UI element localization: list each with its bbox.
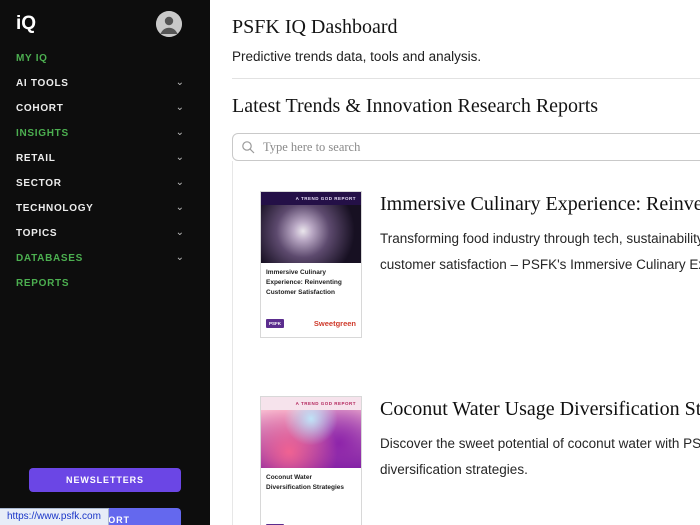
report-title[interactable]: Coconut Water Usage Diversification Stra…	[380, 398, 700, 421]
report-cover-logos: PSFK Sweetgreen	[261, 314, 361, 337]
chevron-down-icon: ⌄	[175, 151, 184, 163]
report-description: Discover the sweet potential of coconut …	[380, 431, 700, 484]
sidebar-item-label: TOPICS	[16, 228, 58, 239]
sidebar-item-retail[interactable]: RETAIL ⌄	[0, 146, 210, 171]
report-description-line: customer satisfaction – PSFK's Immersive…	[380, 257, 700, 273]
chevron-down-icon: ⌄	[175, 126, 184, 138]
sidebar-item-label: MY IQ	[16, 53, 48, 64]
psfk-logo: PSFK	[266, 318, 285, 328]
report-thumbnail[interactable]: A TREND GOD REPORT Immersive Culinary Ex…	[260, 191, 362, 338]
sidebar-item-technology[interactable]: TECHNOLOGY ⌄	[0, 196, 210, 221]
chevron-down-icon: ⌄	[175, 101, 184, 113]
search-input[interactable]	[232, 133, 700, 161]
report-cover-art	[261, 205, 361, 263]
chevron-down-icon: ⌄	[175, 226, 184, 238]
report-description-line: Discover the sweet potential of coconut …	[380, 436, 700, 451]
page-title: PSFK IQ Dashboard	[232, 16, 398, 38]
search-bar	[232, 133, 700, 161]
sidebar-item-reports[interactable]: REPORTS	[0, 271, 210, 296]
report-list: A TREND GOD REPORT Immersive Culinary Ex…	[232, 161, 700, 525]
sidebar-item-cohort[interactable]: COHORT ⌄	[0, 96, 210, 121]
app-logo[interactable]: iQ	[16, 13, 36, 35]
sidebar-item-label: AI TOOLS	[16, 78, 69, 89]
brand-logo: Sweetgreen	[313, 318, 356, 328]
page-subtitle: Predictive trends data, tools and analys…	[232, 49, 482, 64]
avatar[interactable]	[156, 11, 182, 37]
report-cover-logos: PSFK Vita Coco	[261, 519, 361, 525]
report-row: A TREND GOD REPORT Coconut Water Diversi…	[260, 396, 700, 525]
report-description-line: Transforming food industry through tech,…	[380, 231, 700, 246]
sidebar-item-ai-tools[interactable]: AI TOOLS ⌄	[0, 71, 210, 96]
sidebar-item-label: TECHNOLOGY	[16, 203, 94, 214]
report-cover-art	[261, 410, 361, 468]
sidebar-item-label: INSIGHTS	[16, 128, 69, 139]
report-thumbnail[interactable]: A TREND GOD REPORT Coconut Water Diversi…	[260, 396, 362, 525]
report-cover-band: A TREND GOD REPORT	[261, 397, 361, 410]
chevron-down-icon: ⌄	[175, 201, 184, 213]
sidebar-item-label: SECTOR	[16, 178, 62, 189]
report-title[interactable]: Immersive Culinary Experience: Reinventi…	[380, 193, 700, 216]
report-text: Immersive Culinary Experience: Reinventi…	[380, 191, 700, 338]
chevron-down-icon: ⌄	[175, 176, 184, 188]
sidebar-item-label: RETAIL	[16, 153, 56, 164]
sidebar-header: iQ	[0, 0, 210, 40]
sidebar-item-insights[interactable]: INSIGHTS ⌄	[0, 121, 210, 146]
search-icon	[242, 141, 255, 154]
sidebar-item-sector[interactable]: SECTOR ⌄	[0, 171, 210, 196]
report-description-line: diversification strategies.	[380, 462, 528, 478]
sidebar: iQ MY IQ AI TOOLS ⌄ COHORT ⌄ INSIGHTS ⌄ …	[0, 0, 210, 525]
newsletters-button[interactable]: NEWSLETTERS	[29, 468, 181, 492]
sidebar-item-label: DATABASES	[16, 253, 84, 264]
report-description: Transforming food industry through tech,…	[380, 226, 700, 279]
user-icon	[156, 11, 182, 37]
report-cover-caption: Immersive Culinary Experience: Reinventi…	[266, 269, 342, 296]
sidebar-nav: MY IQ AI TOOLS ⌄ COHORT ⌄ INSIGHTS ⌄ RET…	[0, 46, 210, 296]
status-bar-link: https://www.psfk.com	[0, 508, 109, 525]
sidebar-item-my-iq[interactable]: MY IQ	[0, 46, 210, 71]
section-title: Latest Trends & Innovation Research Repo…	[232, 95, 599, 117]
report-cover-caption: Coconut Water Diversification Strategies	[266, 474, 345, 491]
report-row: A TREND GOD REPORT Immersive Culinary Ex…	[260, 191, 700, 338]
sidebar-item-label: REPORTS	[16, 278, 70, 289]
report-text: Coconut Water Usage Diversification Stra…	[380, 396, 700, 525]
sidebar-item-databases[interactable]: DATABASES ⌄	[0, 246, 210, 271]
sidebar-item-topics[interactable]: TOPICS ⌄	[0, 221, 210, 246]
chevron-down-icon: ⌄	[175, 251, 184, 263]
chevron-down-icon: ⌄	[175, 76, 184, 88]
header-divider	[232, 78, 700, 79]
report-cover-band: A TREND GOD REPORT	[261, 192, 361, 205]
main-content: PSFK IQ Dashboard Predictive trends data…	[210, 0, 700, 525]
sidebar-item-label: COHORT	[16, 103, 64, 114]
